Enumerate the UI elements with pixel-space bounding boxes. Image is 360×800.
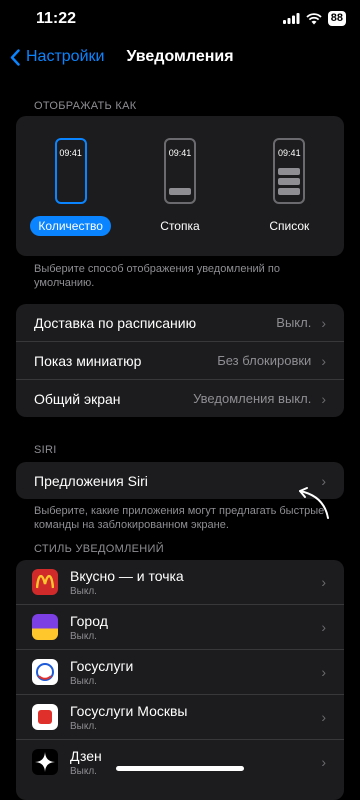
row-label: Доставка по расписанию [34,314,197,331]
battery-icon: 88 [327,11,346,26]
navigation-bar: Настройки Уведомления [0,44,360,76]
dzen-icon [32,749,58,775]
chevron-right-icon: › [321,664,326,680]
display-option-label: Список [269,219,310,233]
list-phone-time: 09:41 [278,148,301,158]
row-label: Показ миниатюр [34,352,142,369]
chevron-right-icon: › [321,754,326,770]
chevron-right-icon: › [321,574,326,590]
app-name: Город [70,612,108,629]
display-style-card: 09:41 Количество 09:41 Стопка 09:41 Спис… [16,116,344,256]
gorod-icon [32,614,58,640]
show-previews-row[interactable]: Показ миниатюр Без блокировки › [16,341,344,379]
status-icons: 88 [282,11,346,26]
row-label: Общий экран [34,390,121,407]
apps-group: Вкусно — и точка Выкл. › Город Выкл. › Г… [16,560,344,800]
chevron-right-icon: › [321,352,326,369]
chevron-right-icon: › [321,390,326,407]
app-name: Дзен [70,747,102,764]
signal-icon [282,13,300,24]
screen-sharing-row[interactable]: Общий экран Уведомления выкл. › [16,379,344,417]
count-phone-icon: 09:41 [54,138,87,204]
stack-card-shape [168,188,191,195]
wifi-icon [306,12,322,24]
row-value: Уведомления выкл. [193,391,312,406]
display-option-label: Количество [30,216,111,236]
list-card-shape [278,178,301,185]
app-status: Выкл. [70,720,97,732]
gosuslugi-moskvy-icon [32,704,58,730]
count-phone-time: 09:41 [59,148,82,158]
display-option-count[interactable]: 09:41 Количество [21,138,121,256]
list-card-shape [278,188,301,195]
app-name: Вкусно — и точка [70,567,184,584]
chevron-right-icon: › [321,709,326,725]
list-card-shape [278,168,301,175]
display-option-stack[interactable]: 09:41 Стопка [130,138,230,256]
page-title: Уведомления [126,48,234,65]
app-row-dzen[interactable]: Дзен Выкл. › [16,739,344,784]
app-status: Выкл. [70,630,97,642]
notification-style-header: СТИЛЬ УВЕДОМЛЕНИЙ [34,543,164,555]
app-name: Госуслуги Москвы [70,702,188,719]
row-value: Выкл. [276,315,312,330]
settings-group: Доставка по расписанию Выкл. › Показ мин… [16,304,344,417]
display-option-list[interactable]: 09:41 Список [239,138,339,256]
app-status: Выкл. [70,585,97,597]
app-row-gorod[interactable]: Город Выкл. › [16,604,344,649]
chevron-right-icon: › [321,314,326,331]
display-option-label: Стопка [160,219,200,233]
gosuslugi-icon [32,659,58,685]
chevron-right-icon: › [321,619,326,635]
vkusno-icon [32,569,58,595]
siri-section-header: SIRI [34,444,57,456]
app-name: Госуслуги [70,657,134,674]
siri-footnote: Выберите, какие приложения могут предлаг… [34,505,325,531]
display-footnote: Выберите способ отображения уведомлений … [34,263,280,289]
list-phone-icon: 09:41 [273,138,306,204]
display-section-header: ОТОБРАЖАТЬ КАК [34,100,137,112]
app-status: Выкл. [70,675,97,687]
stack-phone-icon: 09:41 [163,138,196,204]
app-row-gosuslugi[interactable]: Госуслуги Выкл. › [16,649,344,694]
status-time: 11:22 [36,10,77,27]
row-value: Без блокировки [217,353,312,368]
app-row-gosuslugi-moskvy[interactable]: Госуслуги Москвы Выкл. › [16,694,344,739]
home-indicator[interactable] [116,766,244,771]
stack-phone-time: 09:41 [168,148,192,158]
status-bar: 11:22 88 [0,0,360,40]
app-row-vkusno[interactable]: Вкусно — и точка Выкл. › [16,560,344,604]
row-label: Предложения Siri [34,472,148,489]
scheduled-summary-row[interactable]: Доставка по расписанию Выкл. › [16,304,344,341]
